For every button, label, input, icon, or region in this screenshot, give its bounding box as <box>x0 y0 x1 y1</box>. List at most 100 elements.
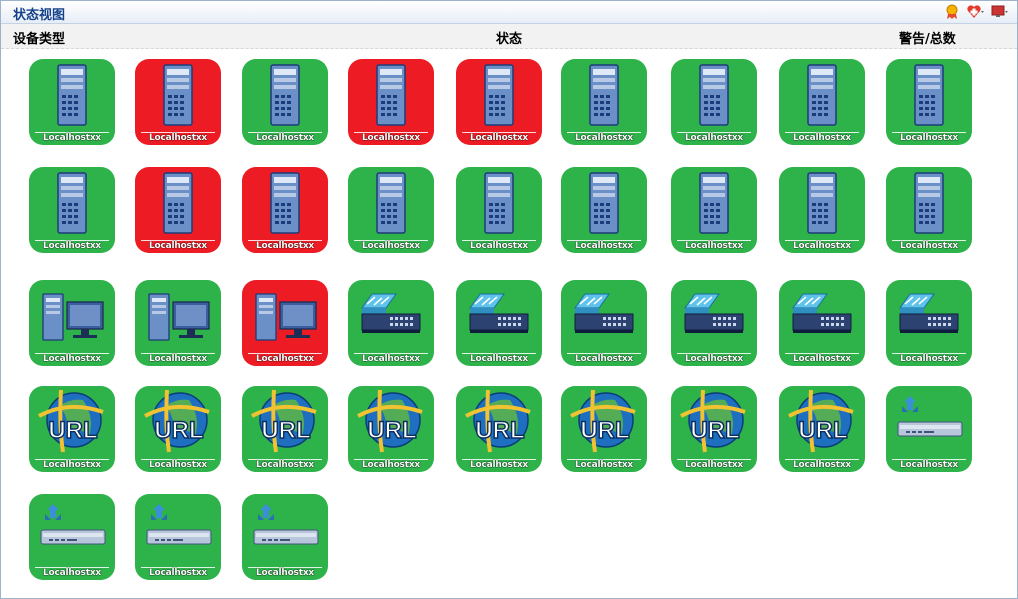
switch-icon <box>886 280 972 352</box>
device-tile-server[interactable]: Localhostxx <box>779 59 865 145</box>
device-label: Localhostxx <box>469 460 529 470</box>
device-label: Localhostxx <box>361 460 421 470</box>
device-tile-url[interactable]: URL Localhostxx <box>135 386 221 472</box>
device-tile-router[interactable]: Localhostxx <box>242 494 328 580</box>
device-tile-url[interactable]: URL Localhostxx <box>561 386 647 472</box>
device-tile-server[interactable]: Localhostxx <box>135 167 221 253</box>
device-tile-switch[interactable]: Localhostxx <box>456 280 542 366</box>
device-tile-pc[interactable]: Localhostxx <box>135 280 221 366</box>
server-icon <box>886 167 972 239</box>
device-label: Localhostxx <box>148 354 208 364</box>
url-icon: URL <box>348 386 434 458</box>
device-label: Localhostxx <box>469 241 529 251</box>
device-tile-server[interactable]: Localhostxx <box>671 167 757 253</box>
device-tile-switch[interactable]: Localhostxx <box>348 280 434 366</box>
device-tile-url[interactable]: URL Localhostxx <box>456 386 542 472</box>
device-tile-server[interactable]: Localhostxx <box>135 59 221 145</box>
device-label: Localhostxx <box>255 354 315 364</box>
server-icon <box>671 167 757 239</box>
device-label: Localhostxx <box>255 241 315 251</box>
server-icon <box>779 167 865 239</box>
device-label: Localhostxx <box>255 133 315 143</box>
switch-icon <box>561 280 647 352</box>
url-icon: URL <box>242 386 328 458</box>
url-icon-text: URL <box>48 417 97 444</box>
device-tile-server[interactable]: Localhostxx <box>561 167 647 253</box>
status-header: 状态 <box>496 32 523 47</box>
device-label: Localhostxx <box>899 460 959 470</box>
device-tile-url[interactable]: URL Localhostxx <box>348 386 434 472</box>
device-tile-server[interactable]: Localhostxx <box>348 167 434 253</box>
switch-icon <box>779 280 865 352</box>
device-tile-server[interactable]: Localhostxx <box>456 59 542 145</box>
device-tile-url[interactable]: URL Localhostxx <box>779 386 865 472</box>
router-icon <box>135 494 221 566</box>
device-tile-switch[interactable]: Localhostxx <box>779 280 865 366</box>
server-icon <box>886 59 972 131</box>
device-tile-server[interactable]: Localhostxx <box>886 59 972 145</box>
server-icon <box>561 59 647 131</box>
device-label: Localhostxx <box>574 241 634 251</box>
device-label: Localhostxx <box>42 354 102 364</box>
device-tile-switch[interactable]: Localhostxx <box>886 280 972 366</box>
device-tile-server[interactable]: Localhostxx <box>456 167 542 253</box>
alerts-total-header: 警告/总数 <box>899 32 956 47</box>
server-icon <box>348 59 434 131</box>
device-label: Localhostxx <box>792 354 852 364</box>
url-icon: URL <box>456 386 542 458</box>
table-header: 设备类型 状态 警告/总数 <box>1 24 1017 49</box>
device-tile-server[interactable]: Localhostxx <box>348 59 434 145</box>
server-icon <box>29 167 115 239</box>
device-label: Localhostxx <box>255 568 315 578</box>
device-tile-url[interactable]: URL Localhostxx <box>242 386 328 472</box>
status-view-panel: 状态视图 设备类型 状态 警告/总数 Localhostxx Localhost… <box>0 0 1018 599</box>
switch-icon <box>348 280 434 352</box>
url-icon: URL <box>135 386 221 458</box>
device-label: Localhostxx <box>899 133 959 143</box>
heart-plus-icon[interactable] <box>967 4 985 20</box>
server-icon <box>348 167 434 239</box>
url-icon: URL <box>779 386 865 458</box>
server-icon <box>456 167 542 239</box>
device-tile-server[interactable]: Localhostxx <box>242 167 328 253</box>
device-tile-server[interactable]: Localhostxx <box>779 167 865 253</box>
device-tile-server[interactable]: Localhostxx <box>561 59 647 145</box>
url-icon-text: URL <box>261 417 310 444</box>
panel-toolbar <box>943 4 1009 20</box>
router-icon <box>242 494 328 566</box>
device-tile-server[interactable]: Localhostxx <box>671 59 757 145</box>
device-label: Localhostxx <box>148 460 208 470</box>
monitor-icon[interactable] <box>991 4 1009 20</box>
device-tile-server[interactable]: Localhostxx <box>29 167 115 253</box>
device-tile-server[interactable]: Localhostxx <box>886 167 972 253</box>
device-label: Localhostxx <box>148 568 208 578</box>
pc-icon <box>135 280 221 352</box>
device-label: Localhostxx <box>469 133 529 143</box>
device-label: Localhostxx <box>255 460 315 470</box>
device-type-header: 设备类型 <box>13 32 66 47</box>
device-tile-server[interactable]: Localhostxx <box>242 59 328 145</box>
device-tile-router[interactable]: Localhostxx <box>29 494 115 580</box>
device-tile-url[interactable]: URL Localhostxx <box>671 386 757 472</box>
device-label: Localhostxx <box>574 460 634 470</box>
device-label: Localhostxx <box>574 133 634 143</box>
pc-icon <box>242 280 328 352</box>
badge-icon[interactable] <box>943 4 961 20</box>
device-tile-switch[interactable]: Localhostxx <box>561 280 647 366</box>
device-label: Localhostxx <box>792 241 852 251</box>
device-tile-pc[interactable]: Localhostxx <box>242 280 328 366</box>
server-icon <box>242 167 328 239</box>
device-tile-router[interactable]: Localhostxx <box>886 386 972 472</box>
panel-titlebar: 状态视图 <box>1 1 1017 24</box>
device-label: Localhostxx <box>148 241 208 251</box>
device-tile-pc[interactable]: Localhostxx <box>29 280 115 366</box>
device-tile-url[interactable]: URL Localhostxx <box>29 386 115 472</box>
device-tile-server[interactable]: Localhostxx <box>29 59 115 145</box>
device-tile-router[interactable]: Localhostxx <box>135 494 221 580</box>
pc-icon <box>29 280 115 352</box>
device-label: Localhostxx <box>361 354 421 364</box>
router-icon <box>886 386 972 458</box>
device-label: Localhostxx <box>42 133 102 143</box>
device-label: Localhostxx <box>42 241 102 251</box>
device-tile-switch[interactable]: Localhostxx <box>671 280 757 366</box>
